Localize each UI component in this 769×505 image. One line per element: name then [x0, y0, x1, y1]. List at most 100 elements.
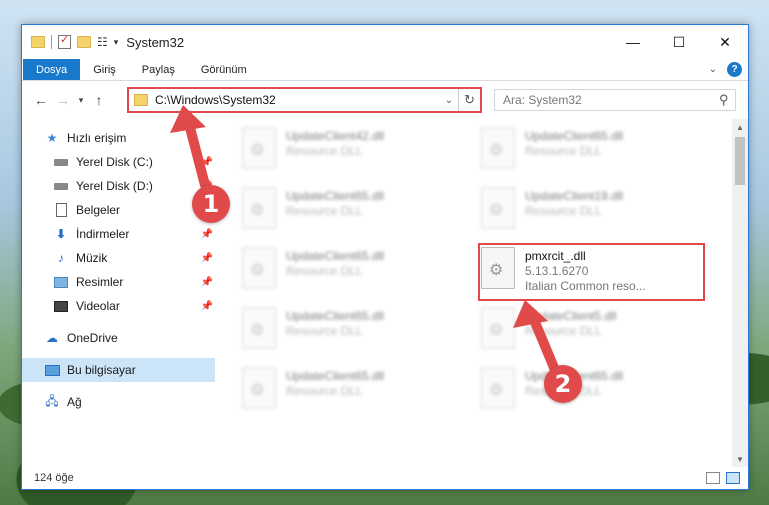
- file-name: UpdateClient19.dll: [525, 189, 624, 203]
- nav-item-music[interactable]: ♪ Müzik 📌: [22, 246, 215, 270]
- file-name: UpdateClient65.dll: [286, 189, 385, 203]
- navigation-pane: ★ Hızlı erişim Yerel Disk (C:) 📌 Yerel D…: [22, 119, 215, 467]
- nav-this-pc[interactable]: Bu bilgisayar: [22, 358, 215, 382]
- nav-onedrive[interactable]: ☁ OneDrive: [22, 326, 215, 350]
- status-bar: 124 öğe: [22, 467, 748, 489]
- window-title: System32: [126, 34, 185, 50]
- file-name: UpdateClient65.dll: [286, 369, 385, 383]
- search-icon[interactable]: ⚲: [719, 92, 729, 108]
- minimize-button[interactable]: —: [610, 25, 656, 59]
- cloud-icon: ☁: [46, 331, 58, 345]
- maximize-button[interactable]: ☐: [656, 25, 702, 59]
- search-input[interactable]: Ara: System32 ⚲: [494, 89, 736, 111]
- scroll-down-icon[interactable]: ▼: [732, 451, 748, 467]
- nav-item-videos[interactable]: Videolar 📌: [22, 294, 215, 318]
- pin-icon: 📌: [200, 228, 213, 240]
- music-icon: ♪: [58, 251, 64, 265]
- file-item[interactable]: UpdateClient65.dllResource DLL: [242, 367, 442, 417]
- folder-icon: [31, 36, 45, 48]
- refresh-icon[interactable]: ↻: [458, 89, 480, 111]
- file-item[interactable]: UpdateClient65.dllResource DLL: [242, 307, 442, 357]
- nav-item-documents[interactable]: Belgeler 📌: [22, 198, 215, 222]
- pin-icon: 📌: [200, 300, 213, 312]
- title-bar: ☷ ▾ System32 — ☐ ✕: [22, 25, 748, 59]
- nav-label: Yerel Disk (D:): [76, 179, 153, 193]
- file-item[interactable]: UpdateClient65.dllResource DLL: [242, 187, 442, 237]
- file-item[interactable]: UpdateClient5.dllResource DLL: [481, 307, 681, 357]
- customize-toolbar-icon[interactable]: ▾: [114, 37, 119, 48]
- nav-label: Hızlı erişim: [67, 131, 127, 145]
- pin-icon: 📌: [200, 252, 213, 264]
- file-description: Resource DLL: [286, 264, 363, 278]
- close-button[interactable]: ✕: [702, 25, 748, 59]
- nav-label: Müzik: [76, 251, 108, 265]
- dll-file-icon: [242, 247, 276, 289]
- address-bar[interactable]: C:\Windows\System32 ⌄ ↻: [127, 87, 482, 113]
- address-row: ← → ▾ ↑ C:\Windows\System32 ⌄ ↻ Ara: Sys…: [22, 81, 748, 119]
- dll-file-icon: [242, 367, 276, 409]
- file-item[interactable]: UpdateClient19.dllResource DLL: [481, 187, 681, 237]
- up-arrow-icon[interactable]: ↑: [88, 92, 110, 108]
- address-dropdown-icon[interactable]: ⌄: [440, 95, 458, 106]
- quick-access-toolbar: ☷ ▾: [22, 33, 119, 49]
- pictures-icon: [53, 274, 69, 290]
- nav-label: Ağ: [67, 395, 82, 409]
- tab-share[interactable]: Paylaş: [129, 59, 188, 80]
- search-placeholder: Ara: System32: [503, 93, 582, 107]
- tab-home[interactable]: Giriş: [80, 59, 129, 80]
- nav-label: Videolar: [76, 299, 120, 313]
- forward-arrow-icon[interactable]: →: [52, 92, 74, 108]
- pin-icon: 📌: [200, 276, 213, 288]
- new-folder-icon[interactable]: [77, 36, 91, 48]
- nav-item-downloads[interactable]: ⬇ İndirmeler 📌: [22, 222, 215, 246]
- file-description: Resource DLL: [525, 324, 602, 338]
- vertical-scrollbar[interactable]: ▲ ▼: [732, 119, 748, 467]
- item-count: 124 öğe: [34, 472, 74, 484]
- file-item[interactable]: UpdateClient65.dllResource DLL: [242, 247, 442, 297]
- scroll-thumb[interactable]: [735, 137, 745, 185]
- address-path[interactable]: C:\Windows\System32: [155, 93, 440, 107]
- nav-item-pictures[interactable]: Resimler 📌: [22, 270, 215, 294]
- file-item[interactable]: UpdateClient65.dllResource DLL: [481, 367, 681, 417]
- step-badge-1: 1: [192, 185, 230, 223]
- file-item[interactable]: UpdateClient42.dllResource DLL: [242, 127, 442, 177]
- drive-icon: [53, 178, 69, 194]
- ribbon-tabs: Dosya Giriş Paylaş Görünüm ⌄ ?: [22, 59, 748, 81]
- videos-icon: [53, 298, 69, 314]
- file-description: Resource DLL: [286, 384, 363, 398]
- download-icon: ⬇: [55, 227, 67, 241]
- view-options-icon[interactable]: ☷: [97, 35, 108, 49]
- details-view-icon[interactable]: [706, 472, 720, 484]
- file-description: Resource DLL: [286, 324, 363, 338]
- help-icon[interactable]: ?: [727, 62, 742, 77]
- file-name: UpdateClient5.dll: [525, 309, 617, 323]
- file-description: Resource DLL: [525, 204, 602, 218]
- nav-label: İndirmeler: [76, 227, 130, 241]
- nav-item-disk-d[interactable]: Yerel Disk (D:) 📌: [22, 174, 215, 198]
- dll-file-icon: [481, 307, 515, 349]
- nav-label: Resimler: [76, 275, 124, 289]
- folder-icon: [134, 94, 148, 106]
- tab-file[interactable]: Dosya: [23, 59, 81, 80]
- recent-locations-icon[interactable]: ▾: [74, 95, 88, 106]
- nav-quick-access[interactable]: ★ Hızlı erişim: [22, 126, 215, 150]
- tab-view[interactable]: Görünüm: [188, 59, 260, 80]
- file-item[interactable]: UpdateClient65.dllResource DLL: [481, 127, 681, 177]
- scroll-up-icon[interactable]: ▲: [732, 119, 748, 135]
- step-badge-2: 2: [544, 365, 582, 403]
- nav-item-disk-c[interactable]: Yerel Disk (C:) 📌: [22, 150, 215, 174]
- nav-network[interactable]: 🖧 Ağ: [22, 390, 215, 414]
- expand-ribbon-icon[interactable]: ⌄: [709, 64, 717, 75]
- properties-icon[interactable]: [58, 33, 71, 49]
- star-icon: ★: [46, 131, 58, 145]
- main-area: ★ Hızlı erişim Yerel Disk (C:) 📌 Yerel D…: [22, 119, 748, 467]
- pin-icon: 📌: [200, 156, 213, 168]
- tiles-view-icon[interactable]: [726, 472, 740, 484]
- dll-file-icon: [242, 127, 276, 169]
- toolbar-separator: [51, 35, 52, 49]
- drive-icon: [53, 154, 69, 170]
- file-explorer-window: ☷ ▾ System32 — ☐ ✕ Dosya Giriş Paylaş Gö…: [21, 24, 749, 490]
- back-arrow-icon[interactable]: ←: [30, 92, 52, 108]
- dll-file-icon: [481, 187, 515, 229]
- computer-icon: [44, 362, 60, 378]
